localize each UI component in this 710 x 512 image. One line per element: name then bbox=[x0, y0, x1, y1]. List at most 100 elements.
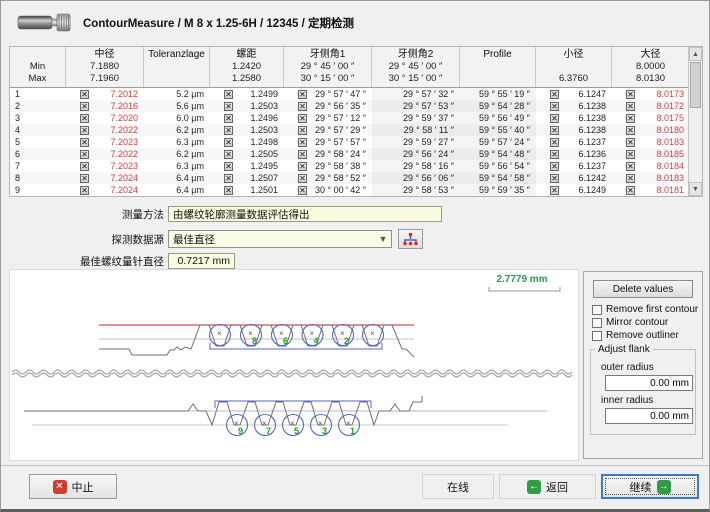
checked-checkbox-icon[interactable]: ✕ bbox=[298, 138, 307, 147]
column-header-d2: 中径7.18807.1960 bbox=[66, 47, 144, 87]
checked-checkbox-icon[interactable]: ✕ bbox=[626, 90, 635, 99]
table-row[interactable]: 7✕7.20236.3 µm✕1.2495✕29 ° 58 ′ 38 ″29 °… bbox=[10, 160, 688, 172]
checked-checkbox-icon[interactable]: ✕ bbox=[626, 162, 635, 171]
checked-checkbox-icon[interactable]: ✕ bbox=[80, 114, 89, 123]
checked-checkbox-icon[interactable]: ✕ bbox=[298, 150, 307, 159]
checked-checkbox-icon[interactable]: ✕ bbox=[224, 150, 233, 159]
checked-checkbox-icon[interactable]: ✕ bbox=[550, 186, 559, 195]
checked-checkbox-icon[interactable]: ✕ bbox=[626, 102, 635, 111]
checked-checkbox-icon[interactable]: ✕ bbox=[298, 186, 307, 195]
checked-checkbox-icon[interactable]: ✕ bbox=[80, 102, 89, 111]
cell-value: 30 ° 00 ′ 42 ″ bbox=[307, 184, 372, 196]
cell-d3: ✕8.0185 bbox=[612, 148, 688, 160]
measurement-table: MinMax中径7.18807.1960Toleranzlage 螺距1.242… bbox=[9, 46, 703, 197]
checked-checkbox-icon[interactable]: ✕ bbox=[224, 102, 233, 111]
mirror-contour-row[interactable]: Mirror contour bbox=[592, 317, 702, 328]
checked-checkbox-icon[interactable]: ✕ bbox=[80, 186, 89, 195]
remove-first-contour-checkbox[interactable] bbox=[592, 305, 602, 315]
scroll-up-icon[interactable]: ▲ bbox=[689, 47, 702, 61]
checked-checkbox-icon[interactable]: ✕ bbox=[550, 150, 559, 159]
remove-outliner-row[interactable]: Remove outliner bbox=[592, 330, 702, 341]
remove-outliner-checkbox[interactable] bbox=[592, 331, 602, 341]
checked-checkbox-icon[interactable]: ✕ bbox=[80, 150, 89, 159]
checked-checkbox-icon[interactable]: ✕ bbox=[626, 138, 635, 147]
checked-checkbox-icon[interactable]: ✕ bbox=[626, 150, 635, 159]
cell-p: ✕1.2495 bbox=[210, 160, 284, 172]
method-field[interactable] bbox=[168, 206, 442, 222]
checked-checkbox-icon[interactable]: ✕ bbox=[298, 174, 307, 183]
cell-value: 29 ° 56 ′ 35 ″ bbox=[307, 100, 372, 112]
inner-radius-field[interactable] bbox=[605, 408, 693, 424]
checked-checkbox-icon[interactable]: ✕ bbox=[550, 138, 559, 147]
checked-checkbox-icon[interactable]: ✕ bbox=[224, 138, 233, 147]
cell-value: 1.2495 bbox=[233, 160, 284, 172]
cell-value: 29 ° 57 ′ 47 ″ bbox=[307, 88, 372, 100]
checked-checkbox-icon[interactable]: ✕ bbox=[550, 162, 559, 171]
checked-checkbox-icon[interactable]: ✕ bbox=[80, 162, 89, 171]
checked-checkbox-icon[interactable]: ✕ bbox=[80, 174, 89, 183]
circle-number-label: 1 bbox=[350, 426, 355, 436]
checked-checkbox-icon[interactable]: ✕ bbox=[550, 90, 559, 99]
cell-value: 6.1238 bbox=[559, 100, 612, 112]
checked-checkbox-icon[interactable]: ✕ bbox=[80, 126, 89, 135]
back-label: 返回 bbox=[546, 479, 568, 495]
scroll-down-icon[interactable]: ▼ bbox=[689, 182, 702, 196]
checked-checkbox-icon[interactable]: ✕ bbox=[298, 102, 307, 111]
cell-value: 29 ° 57 ′ 57 ″ bbox=[307, 136, 372, 148]
online-button[interactable]: 在线 bbox=[422, 474, 494, 499]
checked-checkbox-icon[interactable]: ✕ bbox=[224, 114, 233, 123]
outer-radius-field[interactable] bbox=[605, 375, 693, 391]
probe-point-mark: × bbox=[370, 329, 375, 338]
abort-button[interactable]: ✕ 中止 bbox=[29, 474, 117, 499]
checked-checkbox-icon[interactable]: ✕ bbox=[550, 114, 559, 123]
checked-checkbox-icon[interactable]: ✕ bbox=[550, 102, 559, 111]
cell-value: 29 ° 58 ′ 53 ″ bbox=[372, 184, 460, 196]
table-row[interactable]: 4✕7.20226.2 µm✕1.2503✕29 ° 57 ′ 29 ″29 °… bbox=[10, 124, 688, 136]
checked-checkbox-icon[interactable]: ✕ bbox=[626, 126, 635, 135]
table-scrollbar[interactable]: ▲ ▼ bbox=[688, 47, 702, 196]
checked-checkbox-icon[interactable]: ✕ bbox=[298, 162, 307, 171]
checked-checkbox-icon[interactable]: ✕ bbox=[80, 90, 89, 99]
source-dropdown[interactable]: 最佳直径 ▼ bbox=[168, 230, 392, 248]
cell-p: ✕1.2499 bbox=[210, 88, 284, 100]
cell-a2: 29 ° 59 ′ 27 ″ bbox=[372, 136, 460, 148]
checked-checkbox-icon[interactable]: ✕ bbox=[298, 90, 307, 99]
table-row[interactable]: 9✕7.20246.4 µm✕1.2501✕30 ° 00 ′ 42 ″29 °… bbox=[10, 184, 688, 196]
cell-d1: ✕6.1237 bbox=[536, 136, 612, 148]
checked-checkbox-icon[interactable]: ✕ bbox=[224, 162, 233, 171]
table-row[interactable]: 1✕7.20125.2 µm✕1.2499✕29 ° 57 ′ 47 ″29 °… bbox=[10, 88, 688, 100]
checked-checkbox-icon[interactable]: ✕ bbox=[224, 186, 233, 195]
checked-checkbox-icon[interactable]: ✕ bbox=[224, 126, 233, 135]
table-row[interactable]: 5✕7.20236.3 µm✕1.2498✕29 ° 57 ′ 57 ″29 °… bbox=[10, 136, 688, 148]
remove-first-contour-row[interactable]: Remove first contour bbox=[592, 304, 702, 315]
mirror-contour-checkbox[interactable] bbox=[592, 318, 602, 328]
delete-values-button[interactable]: Delete values bbox=[593, 280, 693, 298]
checked-checkbox-icon[interactable]: ✕ bbox=[626, 174, 635, 183]
scrollbar-thumb[interactable] bbox=[690, 62, 701, 108]
table-row[interactable]: 8✕7.20246.4 µm✕1.2507✕29 ° 58 ′ 52 ″29 °… bbox=[10, 172, 688, 184]
table-row[interactable]: 3✕7.20206.0 µm✕1.2496✕29 ° 57 ′ 12 ″29 °… bbox=[10, 112, 688, 124]
cell-value: 6.1236 bbox=[559, 148, 612, 160]
pin-diameter-field[interactable] bbox=[168, 253, 235, 269]
inner-radius-label: inner radius bbox=[601, 395, 689, 406]
table-row[interactable]: 6✕7.20226.2 µm✕1.2505✕29 ° 58 ′ 24 ″29 °… bbox=[10, 148, 688, 160]
cell-value: 29 ° 59 ′ 27 ″ bbox=[372, 136, 460, 148]
row-index: 7 bbox=[10, 160, 66, 172]
checked-checkbox-icon[interactable]: ✕ bbox=[626, 186, 635, 195]
checked-checkbox-icon[interactable]: ✕ bbox=[298, 114, 307, 123]
cell-a2: 29 ° 56 ′ 24 ″ bbox=[372, 148, 460, 160]
checked-checkbox-icon[interactable]: ✕ bbox=[80, 138, 89, 147]
back-button[interactable]: ← 返回 bbox=[499, 474, 596, 499]
continue-button[interactable]: 继续 → bbox=[601, 474, 699, 499]
probe-network-button[interactable] bbox=[398, 229, 423, 249]
checked-checkbox-icon[interactable]: ✕ bbox=[550, 174, 559, 183]
checked-checkbox-icon[interactable]: ✕ bbox=[626, 114, 635, 123]
mirror-contour-label: Mirror contour bbox=[606, 317, 668, 328]
checked-checkbox-icon[interactable]: ✕ bbox=[224, 174, 233, 183]
table-row[interactable]: 2✕7.20165.6 µm✕1.2503✕29 ° 56 ′ 35 ″29 °… bbox=[10, 100, 688, 112]
checked-checkbox-icon[interactable]: ✕ bbox=[224, 90, 233, 99]
checked-checkbox-icon[interactable]: ✕ bbox=[298, 126, 307, 135]
circle-number-label: 5 bbox=[294, 426, 299, 436]
cell-value: 59 ° 54 ′ 28 ″ bbox=[460, 100, 536, 112]
checked-checkbox-icon[interactable]: ✕ bbox=[550, 126, 559, 135]
